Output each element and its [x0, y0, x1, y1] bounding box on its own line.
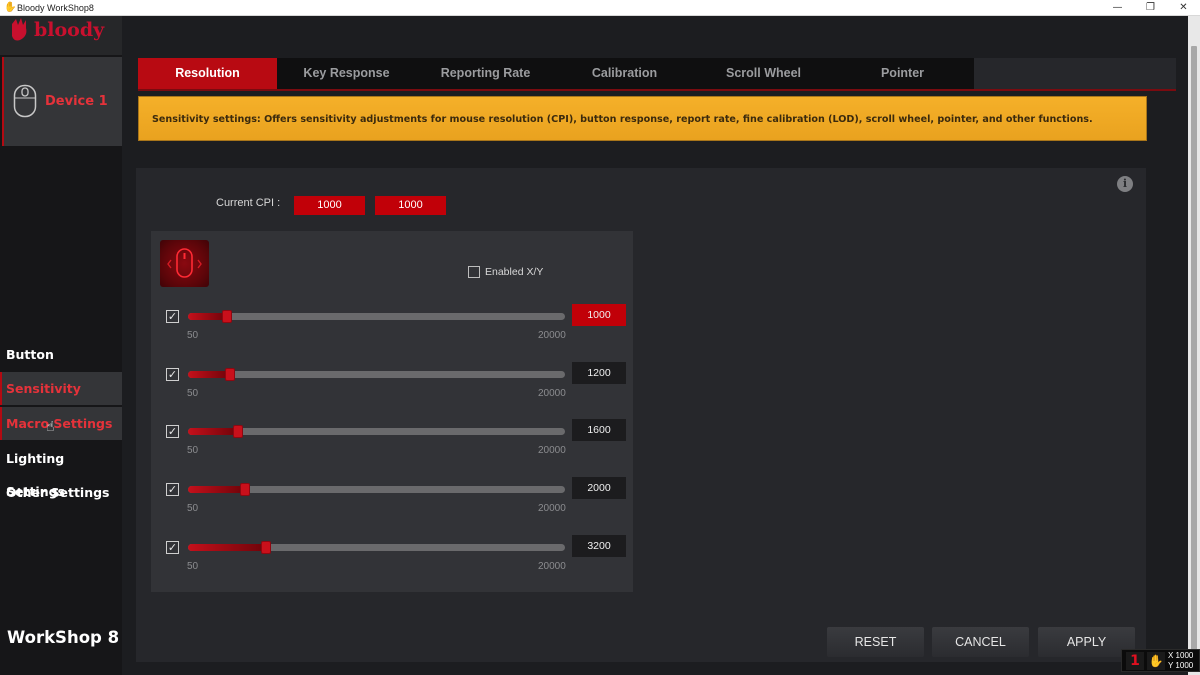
- cpi-slider-fill: [188, 371, 231, 378]
- title-bar: ✋ Bloody WorkShop8 — ❐ ✕: [0, 0, 1200, 16]
- cpi-level-checkbox[interactable]: ✓: [166, 368, 179, 381]
- cpi-slider-handle[interactable]: [261, 541, 272, 554]
- cpi-level-checkbox[interactable]: ✓: [166, 541, 179, 554]
- close-button[interactable]: ✕: [1167, 0, 1200, 16]
- mouse-icon: [13, 84, 37, 118]
- device-label: Device 1: [45, 94, 108, 109]
- bloody-logo: bloody: [0, 16, 122, 55]
- tab-resolution[interactable]: Resolution: [138, 58, 277, 89]
- cpi-level-checkbox[interactable]: ✓: [166, 483, 179, 496]
- current-cpi-y: 1000: [375, 196, 446, 215]
- cpi-level-checkbox[interactable]: ✓: [166, 425, 179, 438]
- slider-max-label: 20000: [538, 388, 566, 399]
- tab-pointer[interactable]: Pointer: [833, 58, 972, 89]
- banner-text: Sensitivity settings: Offers sensitivity…: [152, 114, 1093, 125]
- cpi-slider-fill: [188, 428, 238, 435]
- cancel-button[interactable]: CANCEL: [932, 627, 1029, 657]
- reset-button[interactable]: RESET: [827, 627, 924, 657]
- tab-bar: Resolution Key Response Reporting Rate C…: [138, 58, 1176, 91]
- cpi-slider-handle[interactable]: [221, 310, 232, 323]
- svg-text:bloody: bloody: [34, 19, 105, 41]
- tab-calibration[interactable]: Calibration: [555, 58, 694, 89]
- cpi-readout: X 1000 Y 1000: [1168, 651, 1193, 671]
- tab-reporting-rate[interactable]: Reporting Rate: [416, 58, 555, 89]
- cpi-value-field[interactable]: 2000: [572, 477, 626, 499]
- window-title: Bloody WorkShop8: [17, 2, 94, 13]
- enabled-xy-label: Enabled X/Y: [485, 266, 544, 278]
- cpi-level-row: ✓ 50 20000 1000: [0, 304, 1200, 350]
- cpi-level-row: ✓ 50 20000 1200: [0, 362, 1200, 408]
- slider-max-label: 20000: [538, 445, 566, 456]
- tab-key-response[interactable]: Key Response: [277, 58, 416, 89]
- slider-min-label: 50: [187, 445, 199, 456]
- slider-max-label: 20000: [538, 561, 566, 572]
- cpi-slider-handle[interactable]: [232, 425, 243, 438]
- cpi-slider-fill: [188, 544, 267, 551]
- cpi-slider-track[interactable]: [188, 368, 565, 381]
- cpi-slider-handle[interactable]: [225, 368, 236, 381]
- minimize-button[interactable]: —: [1101, 0, 1134, 16]
- cpi-slider-track[interactable]: [188, 483, 565, 496]
- enabled-xy-checkbox[interactable]: [468, 266, 480, 278]
- cpi-value-field[interactable]: 1600: [572, 419, 626, 441]
- bloody-hand-icon: ✋: [1147, 652, 1165, 670]
- slider-min-label: 50: [187, 388, 199, 399]
- cpi-slider-track[interactable]: [188, 425, 565, 438]
- cpi-value-field[interactable]: 1000: [572, 304, 626, 326]
- cpi-slider-fill: [188, 486, 245, 493]
- cpi-value-field[interactable]: 3200: [572, 535, 626, 557]
- cpi-level-row: ✓ 50 20000 2000: [0, 477, 1200, 523]
- slider-max-label: 20000: [538, 503, 566, 514]
- cpi-level-indicator: 1: [1126, 652, 1144, 670]
- device-1-selector[interactable]: Device 1: [2, 57, 122, 146]
- cpi-level-checkbox[interactable]: ✓: [166, 310, 179, 323]
- cpi-level-row: ✓ 50 20000 1600: [0, 419, 1200, 465]
- slider-max-label: 20000: [538, 330, 566, 341]
- bloody-logo-icon: bloody: [12, 18, 105, 41]
- current-cpi-x: 1000: [294, 196, 365, 215]
- y-readout: Y 1000: [1168, 661, 1194, 670]
- info-icon[interactable]: i: [1117, 176, 1133, 192]
- slider-min-label: 50: [187, 503, 199, 514]
- cpi-level-row: ✓ 50 20000 3200: [0, 535, 1200, 581]
- tab-scroll-wheel[interactable]: Scroll Wheel: [694, 58, 833, 89]
- cpi-levels-panel: [151, 231, 633, 592]
- slider-min-label: 50: [187, 561, 199, 572]
- cpi-slider-track[interactable]: [188, 541, 565, 554]
- cpi-value-field[interactable]: 1200: [572, 362, 626, 384]
- cpi-slider-handle[interactable]: [239, 483, 250, 496]
- x-readout: X 1000: [1168, 651, 1194, 660]
- app-footer-title: WorkShop 8: [7, 628, 120, 647]
- restore-button[interactable]: ❐: [1134, 0, 1167, 16]
- app-icon: ✋: [4, 1, 17, 13]
- slider-min-label: 50: [187, 330, 199, 341]
- cpi-slider-track[interactable]: [188, 310, 565, 323]
- window-controls: — ❐ ✕: [1101, 0, 1200, 16]
- mouse-mode-icon: [160, 240, 209, 287]
- info-banner: Sensitivity settings: Offers sensitivity…: [138, 96, 1147, 141]
- tray-indicator: 1 ✋ X 1000 Y 1000: [1121, 649, 1200, 672]
- current-cpi-label: Current CPI :: [216, 197, 281, 209]
